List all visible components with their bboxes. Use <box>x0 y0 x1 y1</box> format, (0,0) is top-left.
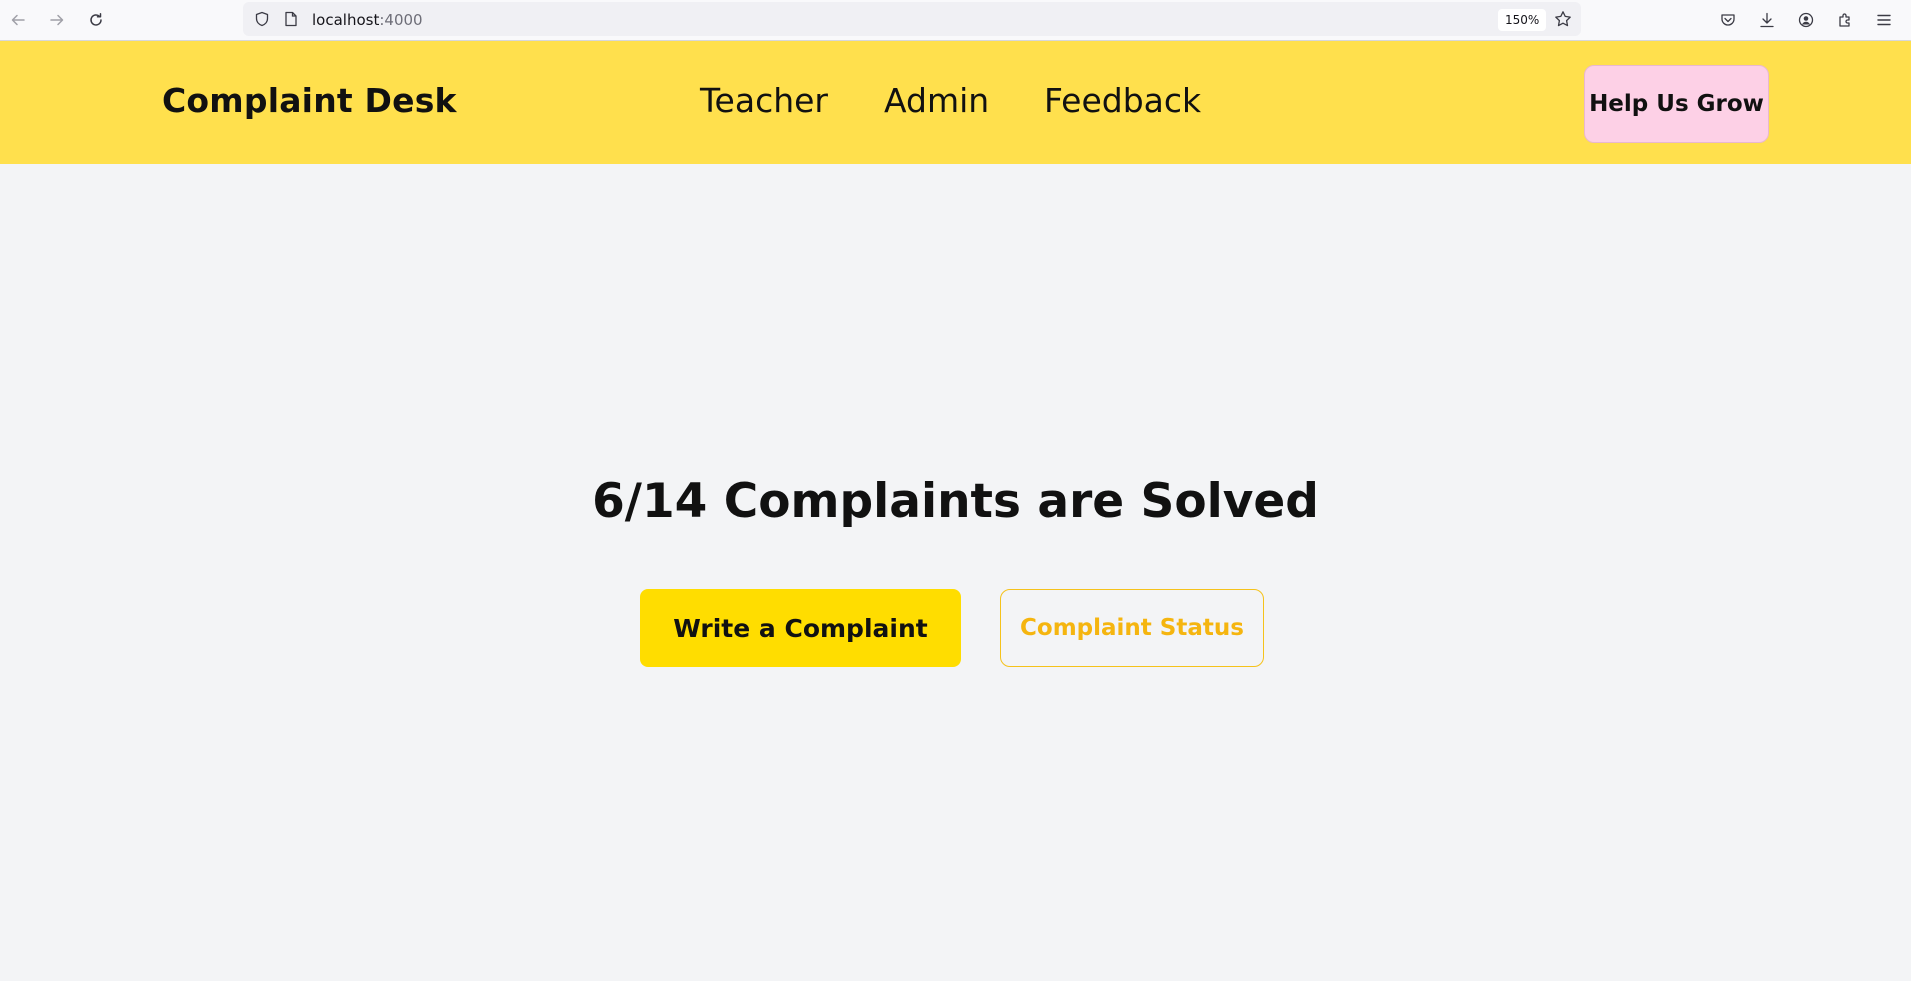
url-host: localhost <box>312 11 380 29</box>
help-us-grow-button[interactable]: Help Us Grow <box>1584 65 1769 143</box>
menu-icon[interactable] <box>1873 9 1895 31</box>
url-text: localhost:4000 <box>312 11 423 29</box>
bookmark-star-icon[interactable] <box>1552 8 1574 30</box>
forward-icon[interactable] <box>45 8 69 32</box>
address-bar[interactable]: localhost:4000 150% <box>243 2 1581 36</box>
downloads-icon[interactable] <box>1756 9 1778 31</box>
pocket-icon[interactable] <box>1717 9 1739 31</box>
brand-logo-text[interactable]: Complaint Desk <box>162 81 457 120</box>
solved-count-headline: 6/14 Complaints are Solved <box>592 474 1319 529</box>
nav-link-feedback[interactable]: Feedback <box>1044 81 1201 120</box>
reload-icon[interactable] <box>84 8 108 32</box>
shield-icon[interactable] <box>251 8 273 30</box>
account-icon[interactable] <box>1795 9 1817 31</box>
browser-toolbar: localhost:4000 150% <box>0 0 1911 41</box>
complaint-status-button[interactable]: Complaint Status <box>1000 589 1264 667</box>
url-port: :4000 <box>379 11 423 29</box>
nav-link-admin[interactable]: Admin <box>884 81 989 120</box>
nav-link-teacher[interactable]: Teacher <box>700 81 828 120</box>
back-icon[interactable] <box>6 8 30 32</box>
site-header: Complaint Desk Teacher Admin Feedback He… <box>0 41 1911 164</box>
zoom-level-badge[interactable]: 150% <box>1498 9 1547 31</box>
write-complaint-button[interactable]: Write a Complaint <box>640 589 961 667</box>
extensions-icon[interactable] <box>1834 9 1856 31</box>
page-icon <box>280 8 302 30</box>
